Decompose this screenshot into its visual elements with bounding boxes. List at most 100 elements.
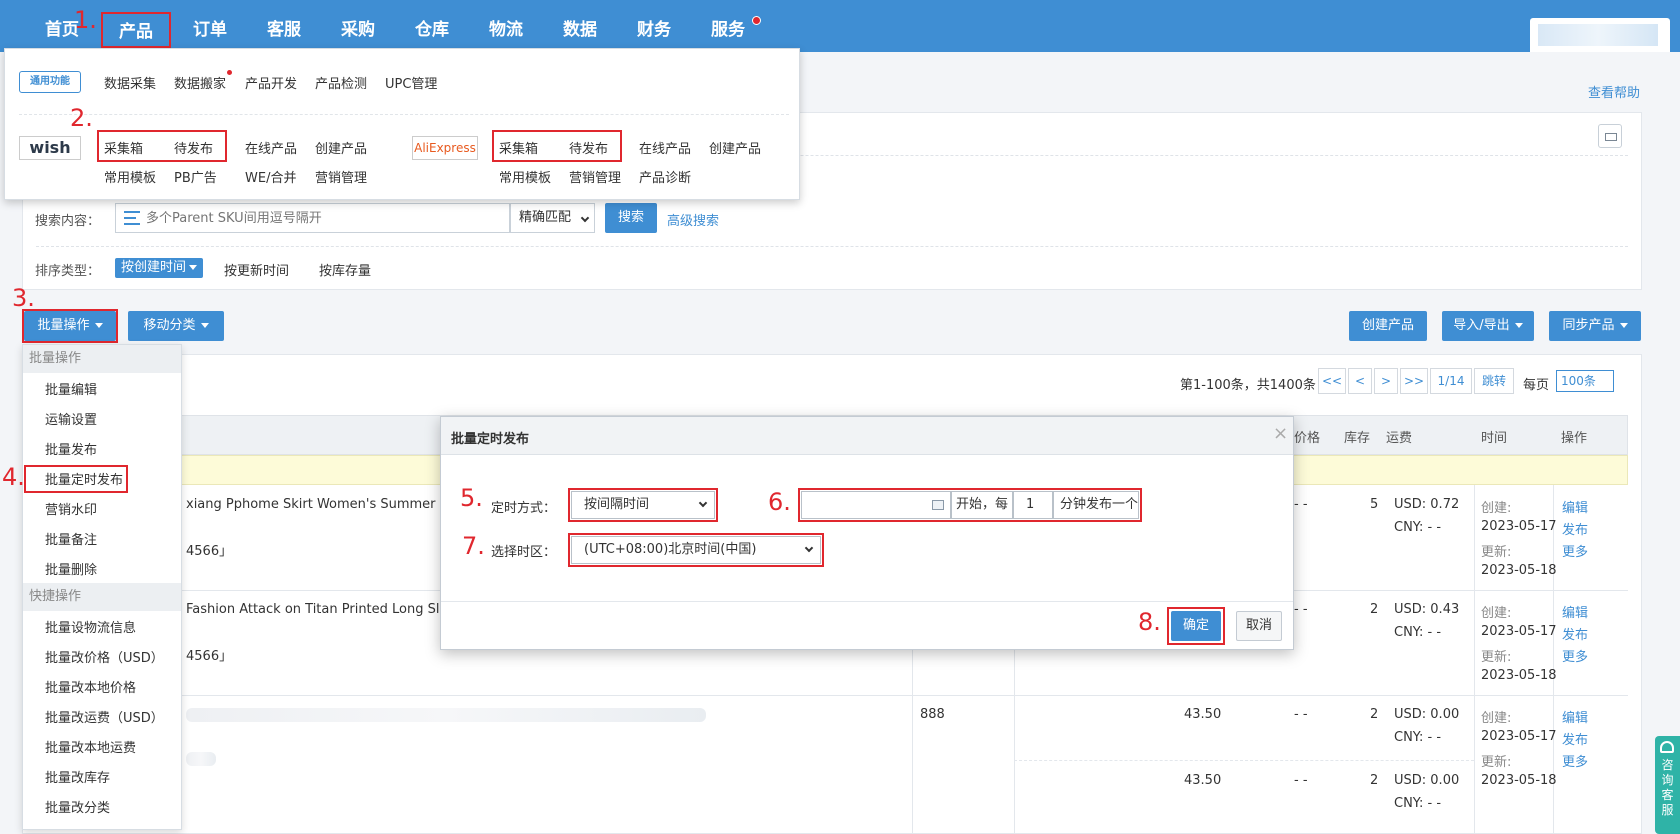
product-title[interactable]: Fashion Attack on Titan Printed Long Sle… bbox=[186, 602, 471, 617]
menu-change-stock[interactable]: 批量改库存 bbox=[45, 767, 110, 786]
search-button[interactable]: 搜索 bbox=[605, 203, 657, 233]
edit-link[interactable]: 编辑 bbox=[1562, 707, 1588, 726]
cell-usd: USD: 0.00 bbox=[1394, 707, 1460, 722]
collapse-icon[interactable] bbox=[1598, 124, 1622, 148]
more-link[interactable]: 更多 bbox=[1562, 646, 1588, 665]
sort-by-updated[interactable]: 按更新时间 bbox=[224, 260, 289, 279]
product-title[interactable]: xiang Pphome Skirt Women's Summer 2018 bbox=[186, 497, 473, 512]
menu-change-shipping-usd[interactable]: 批量改运费（USD） bbox=[45, 707, 164, 726]
highlight-timezone bbox=[568, 533, 824, 567]
sync-products-button[interactable]: 同步产品 bbox=[1549, 311, 1641, 341]
user-account[interactable] bbox=[1530, 18, 1670, 52]
menu-batch-edit[interactable]: 批量编辑 bbox=[45, 379, 97, 398]
sort-by-created[interactable]: 按创建时间 bbox=[115, 258, 204, 278]
menu-product-check[interactable]: 产品检测 bbox=[315, 73, 367, 92]
ali-product-diagnosis[interactable]: 产品诊断 bbox=[639, 167, 691, 186]
menu-change-price-usd[interactable]: 批量改价格（USD） bbox=[45, 647, 164, 666]
publish-link[interactable]: 发布 bbox=[1562, 729, 1588, 748]
pager-jump[interactable]: 跳转 bbox=[1474, 368, 1514, 394]
publish-link[interactable]: 发布 bbox=[1562, 519, 1588, 538]
wish-we-merge[interactable]: WE/合并 bbox=[245, 167, 296, 186]
nav-orders[interactable]: 订单 bbox=[188, 12, 232, 48]
highlight-batch bbox=[22, 309, 118, 343]
nav-logistics[interactable]: 物流 bbox=[484, 12, 528, 48]
search-input[interactable] bbox=[146, 208, 501, 228]
pager-next[interactable]: > bbox=[1374, 368, 1398, 394]
caret-down-icon bbox=[1514, 323, 1523, 328]
advanced-search-link[interactable]: 高级搜索 bbox=[667, 210, 719, 229]
wish-templates[interactable]: 常用模板 bbox=[104, 167, 156, 186]
more-link[interactable]: 更多 bbox=[1562, 541, 1588, 560]
nav-finance[interactable]: 财务 bbox=[632, 12, 676, 48]
edit-link[interactable]: 编辑 bbox=[1562, 497, 1588, 516]
match-select[interactable]: 精确匹配 bbox=[510, 203, 595, 233]
edit-link[interactable]: 编辑 bbox=[1562, 602, 1588, 621]
row-divider bbox=[1014, 760, 1474, 761]
divider bbox=[19, 114, 789, 115]
nav-purchase[interactable]: 采购 bbox=[336, 12, 380, 48]
create-product-button[interactable]: 创建产品 bbox=[1349, 311, 1427, 341]
move-category-button[interactable]: 移动分类 bbox=[128, 311, 224, 341]
created-label: 创建: bbox=[1481, 501, 1512, 516]
menu-change-local-price[interactable]: 批量改本地价格 bbox=[45, 677, 136, 696]
ali-create-product[interactable]: 创建产品 bbox=[709, 138, 761, 157]
ali-marketing[interactable]: 营销管理 bbox=[569, 167, 621, 186]
updated-label: 更新: bbox=[1481, 650, 1512, 665]
move-category-label: 移动分类 bbox=[143, 318, 196, 333]
menu-batch-note[interactable]: 批量备注 bbox=[45, 529, 97, 548]
nav-warehouse[interactable]: 仓库 bbox=[410, 12, 454, 48]
nav-data[interactable]: 数据 bbox=[558, 12, 602, 48]
more-link[interactable]: 更多 bbox=[1562, 751, 1588, 770]
pager-last[interactable]: >> bbox=[1400, 368, 1428, 394]
pager-prev[interactable]: < bbox=[1348, 368, 1372, 394]
wish-online-products[interactable]: 在线产品 bbox=[245, 138, 297, 157]
notification-dot bbox=[752, 16, 761, 25]
menu-data-move[interactable]: 数据搬家 bbox=[174, 73, 226, 92]
sort-by-stock[interactable]: 按库存量 bbox=[319, 260, 371, 279]
nav-service[interactable]: 客服 bbox=[262, 12, 306, 48]
import-export-button[interactable]: 导入/导出 bbox=[1442, 311, 1534, 341]
menu-set-logistics[interactable]: 批量设物流信息 bbox=[45, 617, 136, 636]
updated-label: 更新: bbox=[1481, 755, 1512, 770]
ali-online-products[interactable]: 在线产品 bbox=[639, 138, 691, 157]
sort-label: 排序类型： bbox=[35, 264, 101, 279]
wish-create-product[interactable]: 创建产品 bbox=[315, 138, 367, 157]
menu-change-category[interactable]: 批量改分类 bbox=[45, 797, 110, 816]
aliexpress-logo: AliExpress bbox=[412, 136, 478, 160]
menu-watermark[interactable]: 营销水印 bbox=[45, 499, 97, 518]
top-nav: 首页 产品 订单 客服 采购 仓库 物流 数据 财务 服务 bbox=[0, 0, 1680, 52]
menu-section-quick: 快捷操作 bbox=[23, 583, 181, 611]
updated-date: 2023-05-18 bbox=[1481, 668, 1557, 683]
close-icon[interactable]: × bbox=[1273, 423, 1288, 444]
menu-change-local-shipping[interactable]: 批量改本地运费 bbox=[45, 737, 136, 756]
search-input-box[interactable] bbox=[115, 203, 510, 233]
dialog-header: 批量定时发布 × bbox=[441, 417, 1293, 455]
menu-batch-delete[interactable]: 批量删除 bbox=[45, 559, 97, 578]
publish-link[interactable]: 发布 bbox=[1562, 624, 1588, 643]
cell-stock: 2 bbox=[1370, 602, 1379, 617]
row-divider bbox=[36, 695, 1628, 696]
step-1-marker: 1. bbox=[74, 6, 97, 34]
cell-usd: USD: 0.00 bbox=[1394, 773, 1460, 788]
menu-product-dev[interactable]: 产品开发 bbox=[245, 73, 297, 92]
nav-products[interactable]: 产品 bbox=[101, 12, 171, 48]
consult-service-widget[interactable]: 咨询客服 bbox=[1655, 736, 1680, 834]
cancel-button[interactable]: 取消 bbox=[1236, 611, 1282, 641]
highlight-method bbox=[568, 488, 718, 522]
step-4-marker: 4. bbox=[2, 463, 25, 491]
menu-data-collect[interactable]: 数据采集 bbox=[104, 73, 156, 92]
wish-pb-ads[interactable]: PB广告 bbox=[174, 167, 217, 186]
headset-icon bbox=[1660, 741, 1674, 753]
menu-batch-publish[interactable]: 批量发布 bbox=[45, 439, 97, 458]
menu-upc[interactable]: UPC管理 bbox=[385, 73, 437, 92]
pager-first[interactable]: << bbox=[1318, 368, 1346, 394]
dialog-footer bbox=[441, 601, 1293, 602]
wish-marketing[interactable]: 营销管理 bbox=[315, 167, 367, 186]
help-link[interactable]: 查看帮助 bbox=[1588, 82, 1640, 101]
per-page-select[interactable]: 100条 bbox=[1556, 370, 1614, 392]
menu-shipping-settings[interactable]: 运输设置 bbox=[45, 409, 97, 428]
per-page-label: 每页 bbox=[1523, 378, 1550, 393]
ali-templates[interactable]: 常用模板 bbox=[499, 167, 551, 186]
nav-services[interactable]: 服务 bbox=[706, 12, 750, 48]
step-5-marker: 5. bbox=[460, 484, 483, 512]
